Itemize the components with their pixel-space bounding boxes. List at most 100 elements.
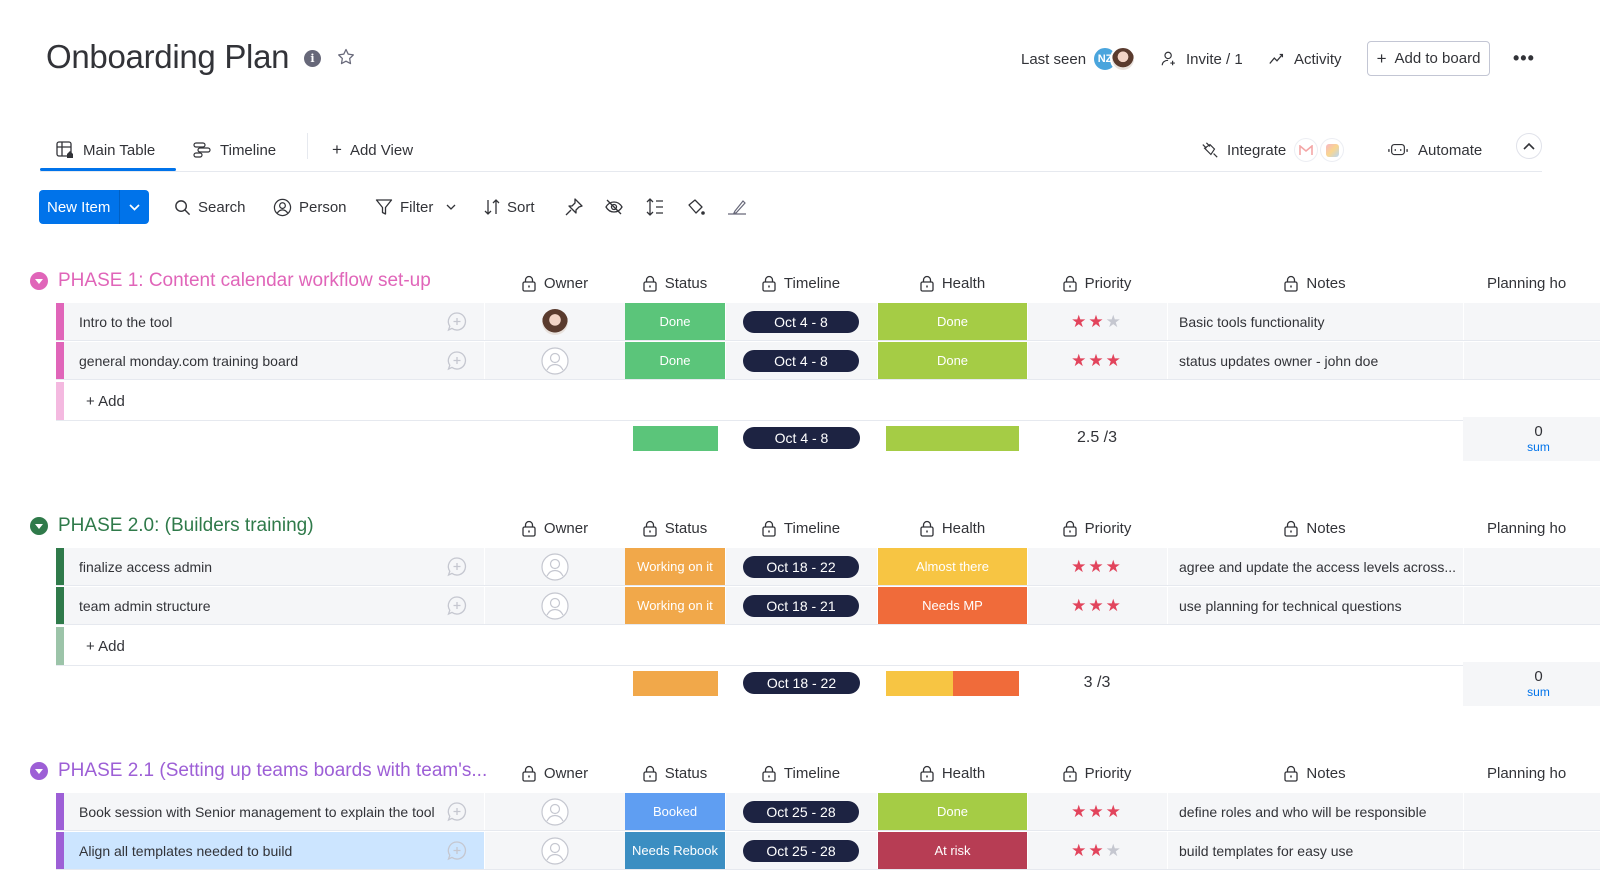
health-cell[interactable]: Done (878, 303, 1027, 340)
star-icon[interactable]: ★ (1106, 312, 1123, 332)
priority-rating[interactable]: ★ ★ ★ (1027, 303, 1167, 340)
timeline-pill[interactable]: Oct 25 - 28 (743, 839, 859, 862)
column-header-priority[interactable]: Priority (1027, 516, 1167, 540)
notes-cell[interactable]: Basic tools functionality (1167, 303, 1463, 340)
planning-sum-label[interactable]: sum (1463, 440, 1600, 454)
group-title-label[interactable]: PHASE 2.0: (Builders training) (58, 515, 314, 537)
invite-button[interactable]: Invite / 1 (1160, 42, 1243, 76)
hide-eye-icon[interactable] (604, 197, 624, 217)
column-header-owner[interactable]: Owner (485, 271, 625, 295)
notes-cell[interactable]: status updates owner - john doe (1167, 342, 1463, 379)
owner-cell[interactable] (485, 587, 625, 624)
notes-cell[interactable]: define roles and who will be responsible (1167, 793, 1463, 830)
star-icon[interactable]: ★ (1071, 841, 1088, 861)
collapse-header-button[interactable] (1516, 133, 1542, 159)
empty-person-icon[interactable] (541, 552, 569, 581)
column-header-priority[interactable]: Priority (1027, 271, 1167, 295)
star-icon[interactable]: ★ (1071, 557, 1088, 577)
column-header-health[interactable]: Health (878, 761, 1027, 785)
status-cell[interactable]: Done (625, 342, 725, 379)
timeline-pill[interactable]: Oct 18 - 21 (743, 594, 859, 617)
planning-cell[interactable] (1463, 587, 1600, 624)
column-header-health[interactable]: Health (878, 271, 1027, 295)
timeline-cell[interactable]: Oct 25 - 28 (725, 793, 877, 830)
column-header-timeline[interactable]: Timeline (725, 271, 877, 295)
column-header-status[interactable]: Status (625, 516, 725, 540)
table-row[interactable]: general monday.com training board Done Oct… (56, 342, 1600, 380)
planning-cell[interactable] (1463, 303, 1600, 340)
paint-bucket-icon[interactable] (686, 197, 706, 217)
search-button[interactable]: Search (174, 190, 246, 224)
pin-icon[interactable] (564, 197, 584, 217)
status-cell[interactable]: Needs Rebook (625, 832, 725, 869)
item-name[interactable]: finalize access admin (79, 548, 212, 585)
group-title[interactable]: PHASE 2.1 (Setting up teams boards with … (30, 757, 487, 785)
timeline-cell[interactable]: Oct 18 - 21 (725, 587, 877, 624)
table-row[interactable]: Book session with Senior management to e… (56, 793, 1600, 831)
star-icon[interactable]: ★ (1106, 557, 1123, 577)
add-to-board-button[interactable]: + Add to board (1367, 41, 1490, 76)
empty-person-icon[interactable] (541, 591, 569, 620)
empty-person-icon[interactable] (541, 346, 569, 375)
notes-cell[interactable]: use planning for technical questions (1167, 587, 1463, 624)
planning-cell[interactable] (1463, 832, 1600, 869)
star-icon[interactable]: ★ (1106, 351, 1123, 371)
notes-cell[interactable]: agree and update the access levels acros… (1167, 548, 1463, 585)
timeline-pill[interactable]: Oct 4 - 8 (743, 349, 859, 372)
group-title-label[interactable]: PHASE 2.1 (Setting up teams boards with … (58, 760, 487, 782)
health-cell[interactable]: Done (878, 793, 1027, 830)
column-header-timeline[interactable]: Timeline (725, 761, 877, 785)
health-cell[interactable]: Needs MP (878, 587, 1027, 624)
column-header-status[interactable]: Status (625, 271, 725, 295)
timeline-pill[interactable]: Oct 25 - 28 (743, 800, 859, 823)
owner-cell[interactable] (485, 303, 625, 340)
health-summary-segment[interactable] (886, 426, 1019, 451)
collapse-group-icon[interactable] (30, 762, 48, 780)
table-row[interactable]: finalize access admin Working on it Oct 18… (56, 548, 1600, 586)
new-item-label[interactable]: New Item (39, 190, 119, 224)
person-filter-button[interactable]: Person (273, 190, 347, 224)
star-icon[interactable]: ★ (1071, 351, 1088, 371)
priority-rating[interactable]: ★ ★ ★ (1027, 342, 1167, 379)
planning-cell[interactable] (1463, 793, 1600, 830)
new-item-button[interactable]: New Item (39, 190, 149, 224)
empty-person-icon[interactable] (541, 797, 569, 826)
format-pen-icon[interactable] (727, 197, 747, 217)
health-cell[interactable]: Done (878, 342, 1027, 379)
board-title[interactable]: Onboarding Plan (46, 38, 289, 76)
add-update-icon[interactable] (446, 595, 468, 617)
priority-rating[interactable]: ★ ★ ★ (1027, 587, 1167, 624)
favorite-star-icon[interactable] (336, 47, 356, 67)
add-item-row[interactable]: + Add (56, 627, 1600, 665)
activity-button[interactable]: Activity (1268, 42, 1342, 76)
add-update-icon[interactable] (446, 801, 468, 823)
timeline-cell[interactable]: Oct 18 - 22 (725, 548, 877, 585)
status-cell[interactable]: Working on it (625, 587, 725, 624)
column-header-status[interactable]: Status (625, 761, 725, 785)
group-title[interactable]: PHASE 1: Content calendar workflow set-u… (30, 267, 431, 295)
health-summary-segment[interactable] (886, 671, 953, 696)
group-title[interactable]: PHASE 2.0: (Builders training) (30, 512, 314, 540)
star-icon[interactable]: ★ (1106, 596, 1123, 616)
star-icon[interactable]: ★ (1088, 312, 1105, 332)
empty-person-icon[interactable] (541, 836, 569, 865)
filter-button[interactable]: Filter (375, 190, 456, 224)
planning-cell[interactable] (1463, 342, 1600, 379)
timeline-cell[interactable]: Oct 4 - 8 (725, 342, 877, 379)
timeline-pill[interactable]: Oct 18 - 22 (743, 555, 859, 578)
group-title-label[interactable]: PHASE 1: Content calendar workflow set-u… (58, 270, 431, 292)
star-icon[interactable]: ★ (1106, 802, 1123, 822)
timeline-pill[interactable]: Oct 4 - 8 (743, 310, 859, 333)
row-height-icon[interactable] (645, 197, 665, 217)
timeline-summary-pill[interactable]: Oct 18 - 22 (743, 672, 860, 694)
add-item-label[interactable]: + Add (86, 627, 125, 665)
gmail-icon[interactable] (1294, 138, 1319, 162)
column-header-notes[interactable]: Notes (1167, 271, 1463, 295)
column-header-planning[interactable]: Planning ho (1487, 271, 1566, 295)
automate-button[interactable]: Automate (1388, 128, 1482, 172)
add-update-icon[interactable] (446, 840, 468, 862)
table-row[interactable]: Intro to the tool Done Oct 4 - 8 Done ★ ★ ★ Bas… (56, 303, 1600, 341)
status-cell[interactable]: Done (625, 303, 725, 340)
star-icon[interactable]: ★ (1071, 596, 1088, 616)
star-icon[interactable]: ★ (1088, 351, 1105, 371)
